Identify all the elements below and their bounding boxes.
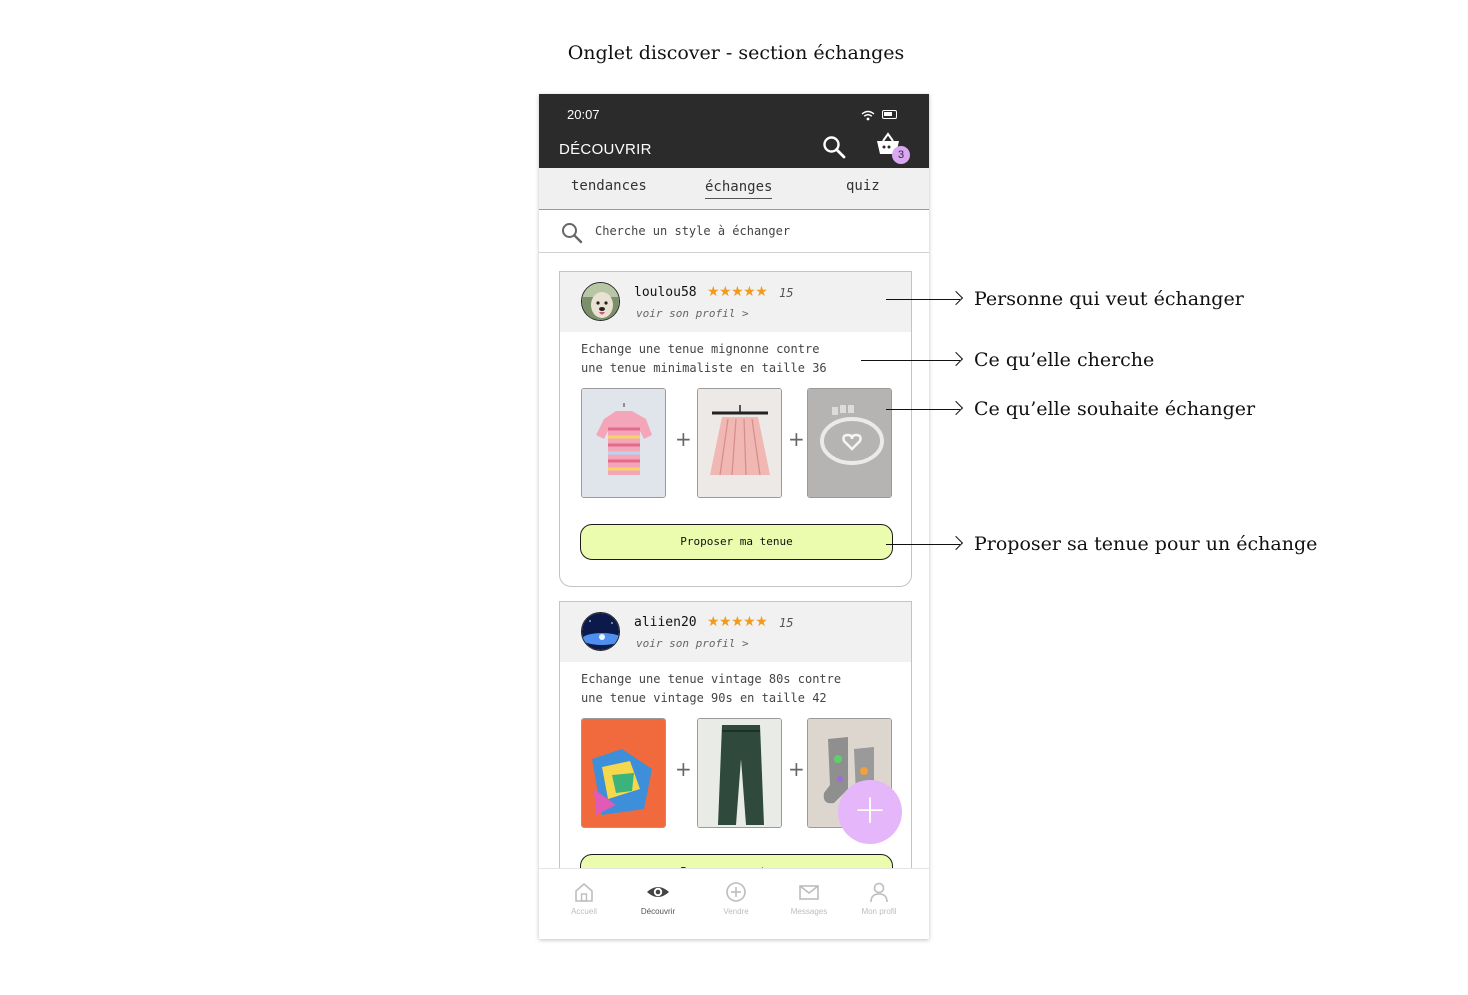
status-time: 20:07 — [567, 107, 600, 122]
search-icon[interactable] — [822, 135, 846, 164]
arrow-head-icon — [948, 290, 964, 306]
nav-label: Accueil — [571, 907, 597, 916]
search-bar — [539, 210, 929, 253]
nav-item-accueil[interactable]: Accueil — [549, 881, 619, 916]
arrow-line — [886, 544, 960, 545]
bottom-navigation: Accueil Découvrir Vendre Messages Mon pr… — [539, 868, 929, 939]
plus-icon: + — [675, 427, 692, 451]
cart-count-badge: 3 — [892, 146, 910, 164]
annotation-text: Personne qui veut échanger — [974, 288, 1244, 310]
battery-icon — [882, 110, 897, 119]
annotation-text: Ce qu’elle cherche — [974, 349, 1155, 371]
annotation-text: Ce qu’elle souhaite échanger — [974, 398, 1256, 420]
nav-label: Découvrir — [640, 907, 676, 916]
rating-stars: ★★★★★ — [707, 613, 768, 629]
nav-item-decouvrir[interactable]: Découvrir — [623, 881, 693, 916]
plus-circle-icon — [726, 882, 746, 902]
tab-echanges[interactable]: échanges — [705, 179, 773, 199]
nav-label: Vendre — [723, 907, 749, 916]
search-icon — [561, 222, 583, 249]
exchange-feed: loulou58 ★★★★★ 15 voir son profil > Echa… — [539, 253, 929, 868]
item-photo-bracelet[interactable] — [807, 388, 892, 498]
propose-outfit-button[interactable]: Proposer ma tenue — [580, 854, 893, 868]
nav-label: Mon profil — [861, 907, 897, 916]
mail-icon — [799, 885, 819, 900]
item-photo-skirt[interactable] — [697, 388, 782, 498]
card-header: aliien20 ★★★★★ 15 voir son profil > — [560, 602, 911, 662]
tab-tendances[interactable]: tendances — [571, 178, 647, 194]
search-input[interactable] — [595, 219, 915, 243]
nav-item-vendre[interactable]: Vendre — [701, 881, 771, 916]
phone-screen: 20:07 DÉCOUVRIR 3 tendances échanges qui… — [539, 94, 929, 939]
nav-item-messages[interactable]: Messages — [774, 881, 844, 916]
app-top-bar: 20:07 DÉCOUVRIR 3 — [539, 94, 929, 168]
add-exchange-button[interactable]: + — [838, 780, 902, 844]
annotation-text: Proposer sa tenue pour un échange — [974, 533, 1318, 555]
nav-item-profil[interactable]: Mon profil — [844, 881, 914, 916]
arrow-line — [861, 360, 960, 361]
home-icon — [575, 882, 593, 902]
eye-icon — [647, 887, 669, 897]
exchange-description: Echange une tenue mignonne contre une te… — [581, 342, 827, 375]
rating-stars: ★★★★★ — [707, 283, 768, 299]
arrow-head-icon — [948, 351, 964, 367]
item-photo-tshirt[interactable] — [581, 388, 666, 498]
user-icon — [870, 882, 888, 903]
view-profile-link[interactable]: voir son profil > — [636, 307, 749, 320]
review-count: 15 — [779, 616, 794, 630]
propose-outfit-button[interactable]: Proposer ma tenue — [580, 524, 893, 560]
app-title: DÉCOUVRIR — [559, 141, 652, 158]
nav-label: Messages — [790, 907, 828, 916]
card-header: loulou58 ★★★★★ 15 voir son profil > — [560, 272, 911, 332]
plus-icon: + — [675, 757, 692, 781]
tab-bar: tendances échanges quiz — [539, 168, 929, 210]
item-photo-trousers[interactable] — [697, 718, 782, 828]
arrow-line — [886, 409, 960, 410]
view-profile-link[interactable]: voir son profil > — [636, 637, 749, 650]
exchange-description: Echange une tenue vintage 80s contre une… — [581, 672, 842, 705]
avatar[interactable] — [581, 612, 620, 651]
page-title: Onglet discover - section échanges — [567, 42, 905, 64]
exchange-card: loulou58 ★★★★★ 15 voir son profil > Echa… — [559, 271, 912, 587]
avatar[interactable] — [581, 282, 620, 321]
wifi-icon — [861, 108, 875, 126]
item-photo-tshirt[interactable] — [581, 718, 666, 828]
username[interactable]: loulou58 — [634, 285, 697, 300]
plus-icon: + — [788, 427, 805, 451]
plus-icon: + — [788, 757, 805, 781]
username[interactable]: aliien20 — [634, 615, 697, 630]
arrow-line — [886, 299, 960, 300]
arrow-head-icon — [948, 400, 964, 416]
review-count: 15 — [779, 286, 794, 300]
arrow-head-icon — [948, 535, 964, 551]
tab-quiz[interactable]: quiz — [846, 178, 880, 194]
